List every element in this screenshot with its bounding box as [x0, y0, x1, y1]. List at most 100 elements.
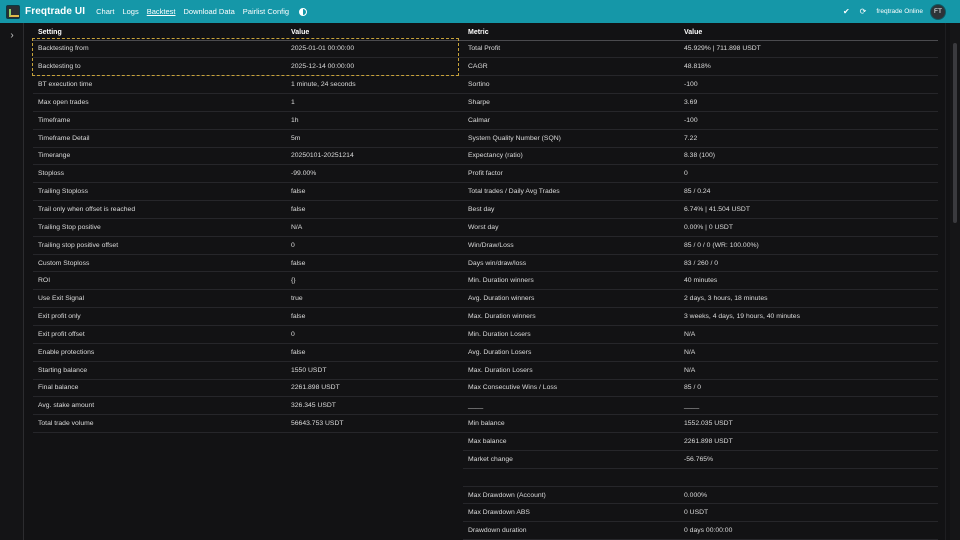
metrics-value-cell: ____: [679, 396, 938, 416]
app-title: Freqtrade UI: [25, 6, 86, 17]
settings-header-value[interactable]: Value: [286, 25, 463, 41]
metrics-key-cell: Win/Draw/Loss: [463, 236, 679, 255]
metrics-key-cell: Max Drawdown ABS: [463, 503, 679, 523]
settings-row: Avg. stake amount 326.345 USDT: [33, 396, 463, 416]
nav-backtest[interactable]: Backtest: [147, 7, 176, 16]
metrics-value-cell: N/A: [679, 361, 938, 380]
nav-download-data[interactable]: Download Data: [183, 7, 234, 16]
avatar[interactable]: FT: [930, 3, 946, 20]
metrics-value-cell: 3 weeks, 4 days, 19 hours, 40 minutes: [679, 307, 938, 326]
settings-value-cell: 0: [286, 236, 463, 255]
metrics-row: Min. Duration Losers N/A: [463, 325, 938, 344]
metrics-value-cell: 40 minutes: [679, 271, 938, 291]
metrics-header-value[interactable]: Value: [679, 25, 938, 41]
metrics-row: Max. Duration Losers N/A: [463, 361, 938, 380]
settings-value-cell: false: [286, 343, 463, 362]
settings-key-cell: Use Exit Signal: [33, 289, 286, 309]
settings-key-cell: Avg. stake amount: [33, 396, 286, 416]
bot-status[interactable]: freqtrade Online: [876, 8, 923, 15]
settings-value-cell: 326.345 USDT: [286, 396, 463, 416]
metrics-value-cell: 45.929% | 711.898 USDT: [679, 40, 938, 59]
metrics-key-cell: Total trades / Daily Avg Trades: [463, 182, 679, 202]
nav-right: ✔ ⟳ freqtrade Online FT: [833, 0, 946, 23]
metrics-value-cell: 83 / 260 / 0: [679, 254, 938, 273]
metrics-row: Min balance 1552.035 USDT: [463, 414, 938, 434]
nav-logs[interactable]: Logs: [122, 7, 138, 16]
nav-chart[interactable]: Chart: [96, 7, 114, 16]
metrics-key-cell: Max balance: [463, 432, 679, 451]
settings-key-cell: Custom Stoploss: [33, 254, 286, 273]
metrics-key-cell: Min. Duration winners: [463, 271, 679, 291]
settings-key-cell: Trailing Stop positive: [33, 218, 286, 237]
freqtrade-logo-icon: [6, 4, 20, 19]
metrics-key-cell: Max. Duration winners: [463, 307, 679, 326]
check-icon[interactable]: ✔: [843, 7, 850, 16]
settings-value-cell: 56643.753 USDT: [286, 414, 463, 434]
metrics-key-cell: Avg. Duration Losers: [463, 343, 679, 362]
metrics-value-cell: 8.38 (100): [679, 147, 938, 166]
metrics-value-cell: 85 / 0: [679, 379, 938, 398]
metrics-value-cell: 85 / 0 / 0 (WR: 100.00%): [679, 236, 938, 255]
metrics-header-metric[interactable]: Metric: [463, 25, 679, 41]
settings-key-cell: Exit profit only: [33, 307, 286, 326]
settings-row: Custom Stoploss false: [33, 254, 463, 273]
nav-pairlist-config[interactable]: Pairlist Config: [243, 7, 289, 16]
metrics-value-cell: 85 / 0.24: [679, 182, 938, 202]
refresh-icon[interactable]: ⟳: [860, 7, 867, 16]
settings-row: Use Exit Signal true: [33, 289, 463, 309]
settings-header-setting[interactable]: Setting: [33, 25, 286, 41]
settings-value-cell: true: [286, 289, 463, 309]
panel-divider: [945, 23, 946, 540]
settings-key-cell: Backtesting to: [33, 57, 286, 77]
metrics-row: Days win/draw/loss 83 / 260 / 0: [463, 254, 938, 273]
settings-row: Trailing Stop positive N/A: [33, 218, 463, 237]
settings-row: Backtesting from 2025-01-01 00:00:00: [33, 40, 463, 59]
metrics-row: Win/Draw/Loss 85 / 0 / 0 (WR: 100.00%): [463, 236, 938, 255]
settings-value-cell: false: [286, 182, 463, 202]
settings-key-cell: Timeframe Detail: [33, 129, 286, 148]
metrics-value-cell: -100: [679, 75, 938, 95]
metrics-value-cell: 2261.898 USDT: [679, 432, 938, 451]
metrics-key-cell: Profit factor: [463, 164, 679, 184]
settings-header-row: Setting Value: [33, 25, 463, 41]
metrics-key-cell: [463, 468, 679, 487]
settings-row: Timerange 20250101-20251214: [33, 147, 463, 166]
settings-value-cell: 20250101-20251214: [286, 147, 463, 166]
metrics-key-cell: Max Drawdown (Account): [463, 486, 679, 505]
settings-value-cell: 2025-01-01 00:00:00: [286, 40, 463, 59]
theme-toggle-icon[interactable]: [299, 7, 308, 16]
settings-key-cell: BT execution time: [33, 75, 286, 95]
metrics-key-cell: Avg. Duration winners: [463, 289, 679, 309]
metrics-row: Avg. Duration winners 2 days, 3 hours, 18…: [463, 289, 938, 309]
settings-row: Total trade volume 56643.753 USDT: [33, 414, 463, 434]
metrics-row: Market change -56.765%: [463, 450, 938, 469]
settings-key-cell: Exit profit offset: [33, 325, 286, 344]
settings-value-cell: false: [286, 254, 463, 273]
metrics-row: Total trades / Daily Avg Trades 85 / 0.24: [463, 182, 938, 202]
brand[interactable]: Freqtrade UI: [6, 4, 86, 19]
settings-value-cell: 1550 USDT: [286, 361, 463, 380]
sidebar-toggle-chevron-icon[interactable]: ›: [2, 25, 22, 45]
settings-row: Trailing Stoploss false: [33, 182, 463, 202]
scrollbar-thumb[interactable]: [953, 43, 957, 223]
settings-row: Starting balance 1550 USDT: [33, 361, 463, 380]
metrics-key-cell: Days win/draw/loss: [463, 254, 679, 273]
metrics-value-cell: -100: [679, 111, 938, 130]
page-scrollbar[interactable]: [950, 23, 960, 540]
settings-key-cell: Stoploss: [33, 164, 286, 184]
metrics-row: Total Profit 45.929% | 711.898 USDT: [463, 40, 938, 59]
settings-key-cell: Trailing Stoploss: [33, 182, 286, 202]
metrics-row: Min. Duration winners 40 minutes: [463, 271, 938, 291]
metrics-key-cell: Best day: [463, 200, 679, 219]
metrics-row: Max Drawdown ABS 0 USDT: [463, 503, 938, 523]
metrics-row: Drawdown duration 0 days 00:00:00: [463, 521, 938, 540]
metrics-key-cell: Max Consecutive Wins / Loss: [463, 379, 679, 398]
metrics-value-cell: N/A: [679, 325, 938, 344]
settings-row: Trailing stop positive offset 0: [33, 236, 463, 255]
metrics-row: Max Drawdown (Account) 0.000%: [463, 486, 938, 505]
settings-row: BT execution time 1 minute, 24 seconds: [33, 75, 463, 95]
metrics-header-row: Metric Value: [463, 25, 938, 41]
metrics-row: Max Consecutive Wins / Loss 85 / 0: [463, 379, 938, 398]
settings-row: Timeframe Detail 5m: [33, 129, 463, 148]
metrics-value-cell: 0.00% | 0 USDT: [679, 218, 938, 237]
